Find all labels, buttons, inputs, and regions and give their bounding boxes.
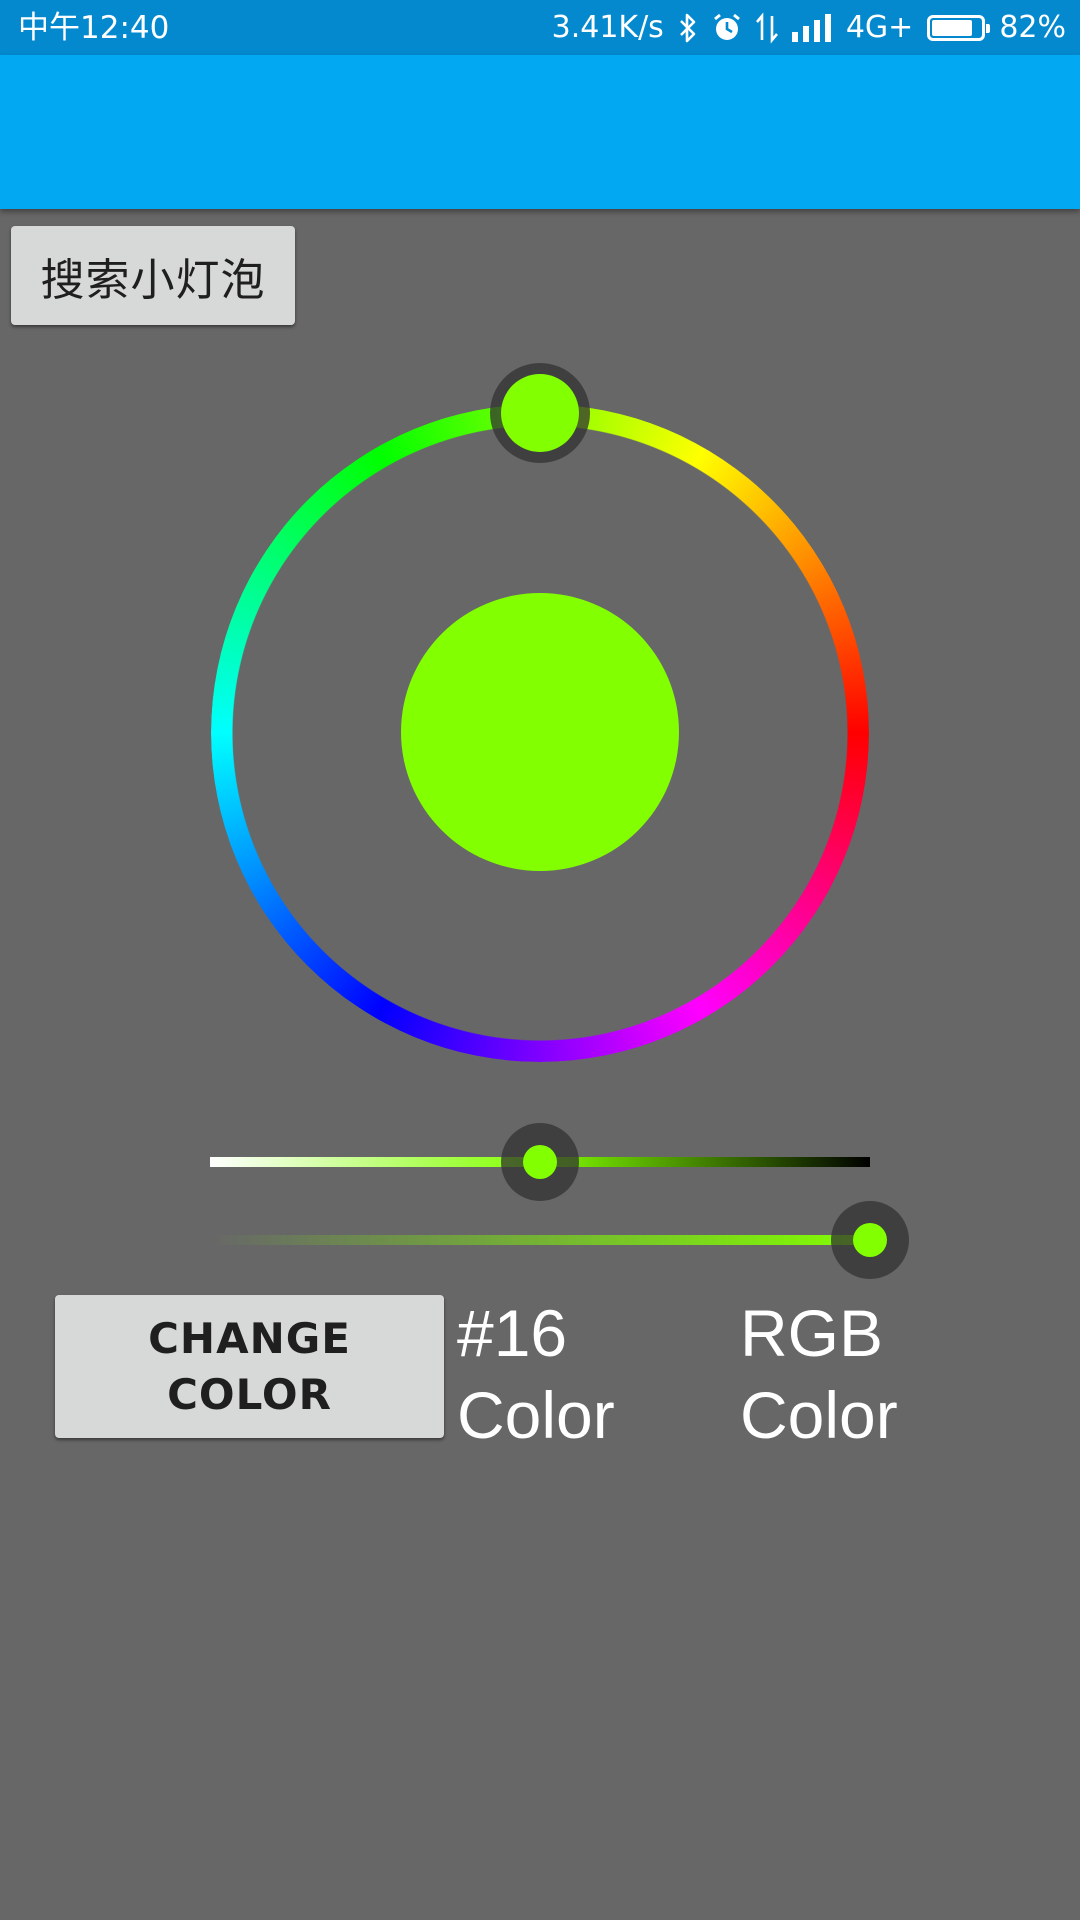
network-speed: 3.41K/s bbox=[551, 10, 664, 45]
screen: 中午12:40 3.41K/s 4G+ 82% 搜索小灯泡 CHANGE COL… bbox=[0, 0, 1080, 1920]
data-transfer-icon bbox=[755, 12, 778, 44]
alarm-icon bbox=[712, 12, 742, 44]
saturation-slider-thumb[interactable] bbox=[853, 1223, 887, 1257]
battery-percent: 82% bbox=[999, 10, 1066, 45]
hex-color-label: #16 Color bbox=[457, 1296, 615, 1452]
brightness-slider-thumb[interactable] bbox=[523, 1145, 557, 1179]
battery-icon bbox=[927, 15, 991, 41]
app-bar bbox=[0, 55, 1080, 209]
network-type: 4G+ bbox=[845, 10, 914, 45]
status-time: 中午12:40 bbox=[18, 10, 170, 46]
signal-icon bbox=[791, 14, 832, 42]
saturation-slider-track[interactable] bbox=[210, 1235, 870, 1245]
selected-color-swatch[interactable] bbox=[401, 593, 679, 871]
change-color-button[interactable]: CHANGE COLOR bbox=[55, 1295, 444, 1438]
wheel-thumb[interactable] bbox=[501, 374, 579, 452]
search-bulb-button[interactable]: 搜索小灯泡 bbox=[11, 226, 295, 325]
status-indicators: 3.41K/s 4G+ 82% bbox=[552, 8, 1066, 48]
status-bar: 中午12:40 3.41K/s 4G+ 82% bbox=[0, 0, 1080, 55]
battery-fill bbox=[932, 20, 972, 36]
bluetooth-icon bbox=[678, 12, 698, 44]
rgb-color-label: RGB Color bbox=[740, 1296, 898, 1452]
